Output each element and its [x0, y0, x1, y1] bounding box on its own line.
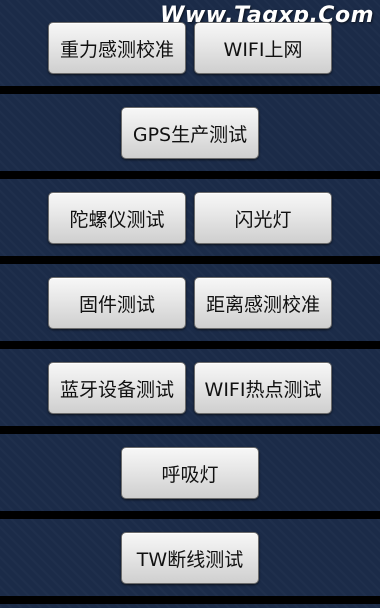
row-divider	[0, 256, 380, 264]
row-divider	[0, 341, 380, 349]
gravity-calibration-button[interactable]: 重力感测校准	[48, 22, 186, 74]
wifi-internet-button[interactable]: WIFI上网	[194, 22, 332, 74]
row-divider	[0, 511, 380, 519]
row-divider	[0, 596, 380, 604]
button-row-6: 呼吸灯	[0, 447, 380, 499]
gps-production-test-button[interactable]: GPS生产测试	[121, 107, 259, 159]
test-menu-screen: Www.Tagxp.Com 重力感测校准 WIFI上网 GPS生产测试 陀螺仪测…	[0, 0, 380, 608]
button-row-5: 蓝牙设备测试 WIFI热点测试	[0, 362, 380, 414]
button-row-7: TW断线测试	[0, 532, 380, 584]
button-row-1: 重力感测校准 WIFI上网	[0, 22, 380, 74]
button-row-3: 陀螺仪测试 闪光灯	[0, 192, 380, 244]
flashlight-button[interactable]: 闪光灯	[194, 192, 332, 244]
firmware-test-button[interactable]: 固件测试	[48, 277, 186, 329]
button-row-2: GPS生产测试	[0, 107, 380, 159]
proximity-calibration-button[interactable]: 距离感测校准	[194, 277, 332, 329]
breathing-light-button[interactable]: 呼吸灯	[121, 447, 259, 499]
button-row-4: 固件测试 距离感测校准	[0, 277, 380, 329]
tw-disconnect-test-button[interactable]: TW断线测试	[121, 532, 259, 584]
row-divider	[0, 171, 380, 179]
bluetooth-device-test-button[interactable]: 蓝牙设备测试	[48, 362, 186, 414]
gyroscope-test-button[interactable]: 陀螺仪测试	[48, 192, 186, 244]
wifi-hotspot-test-button[interactable]: WIFI热点测试	[194, 362, 332, 414]
row-divider	[0, 86, 380, 94]
row-divider	[0, 426, 380, 434]
